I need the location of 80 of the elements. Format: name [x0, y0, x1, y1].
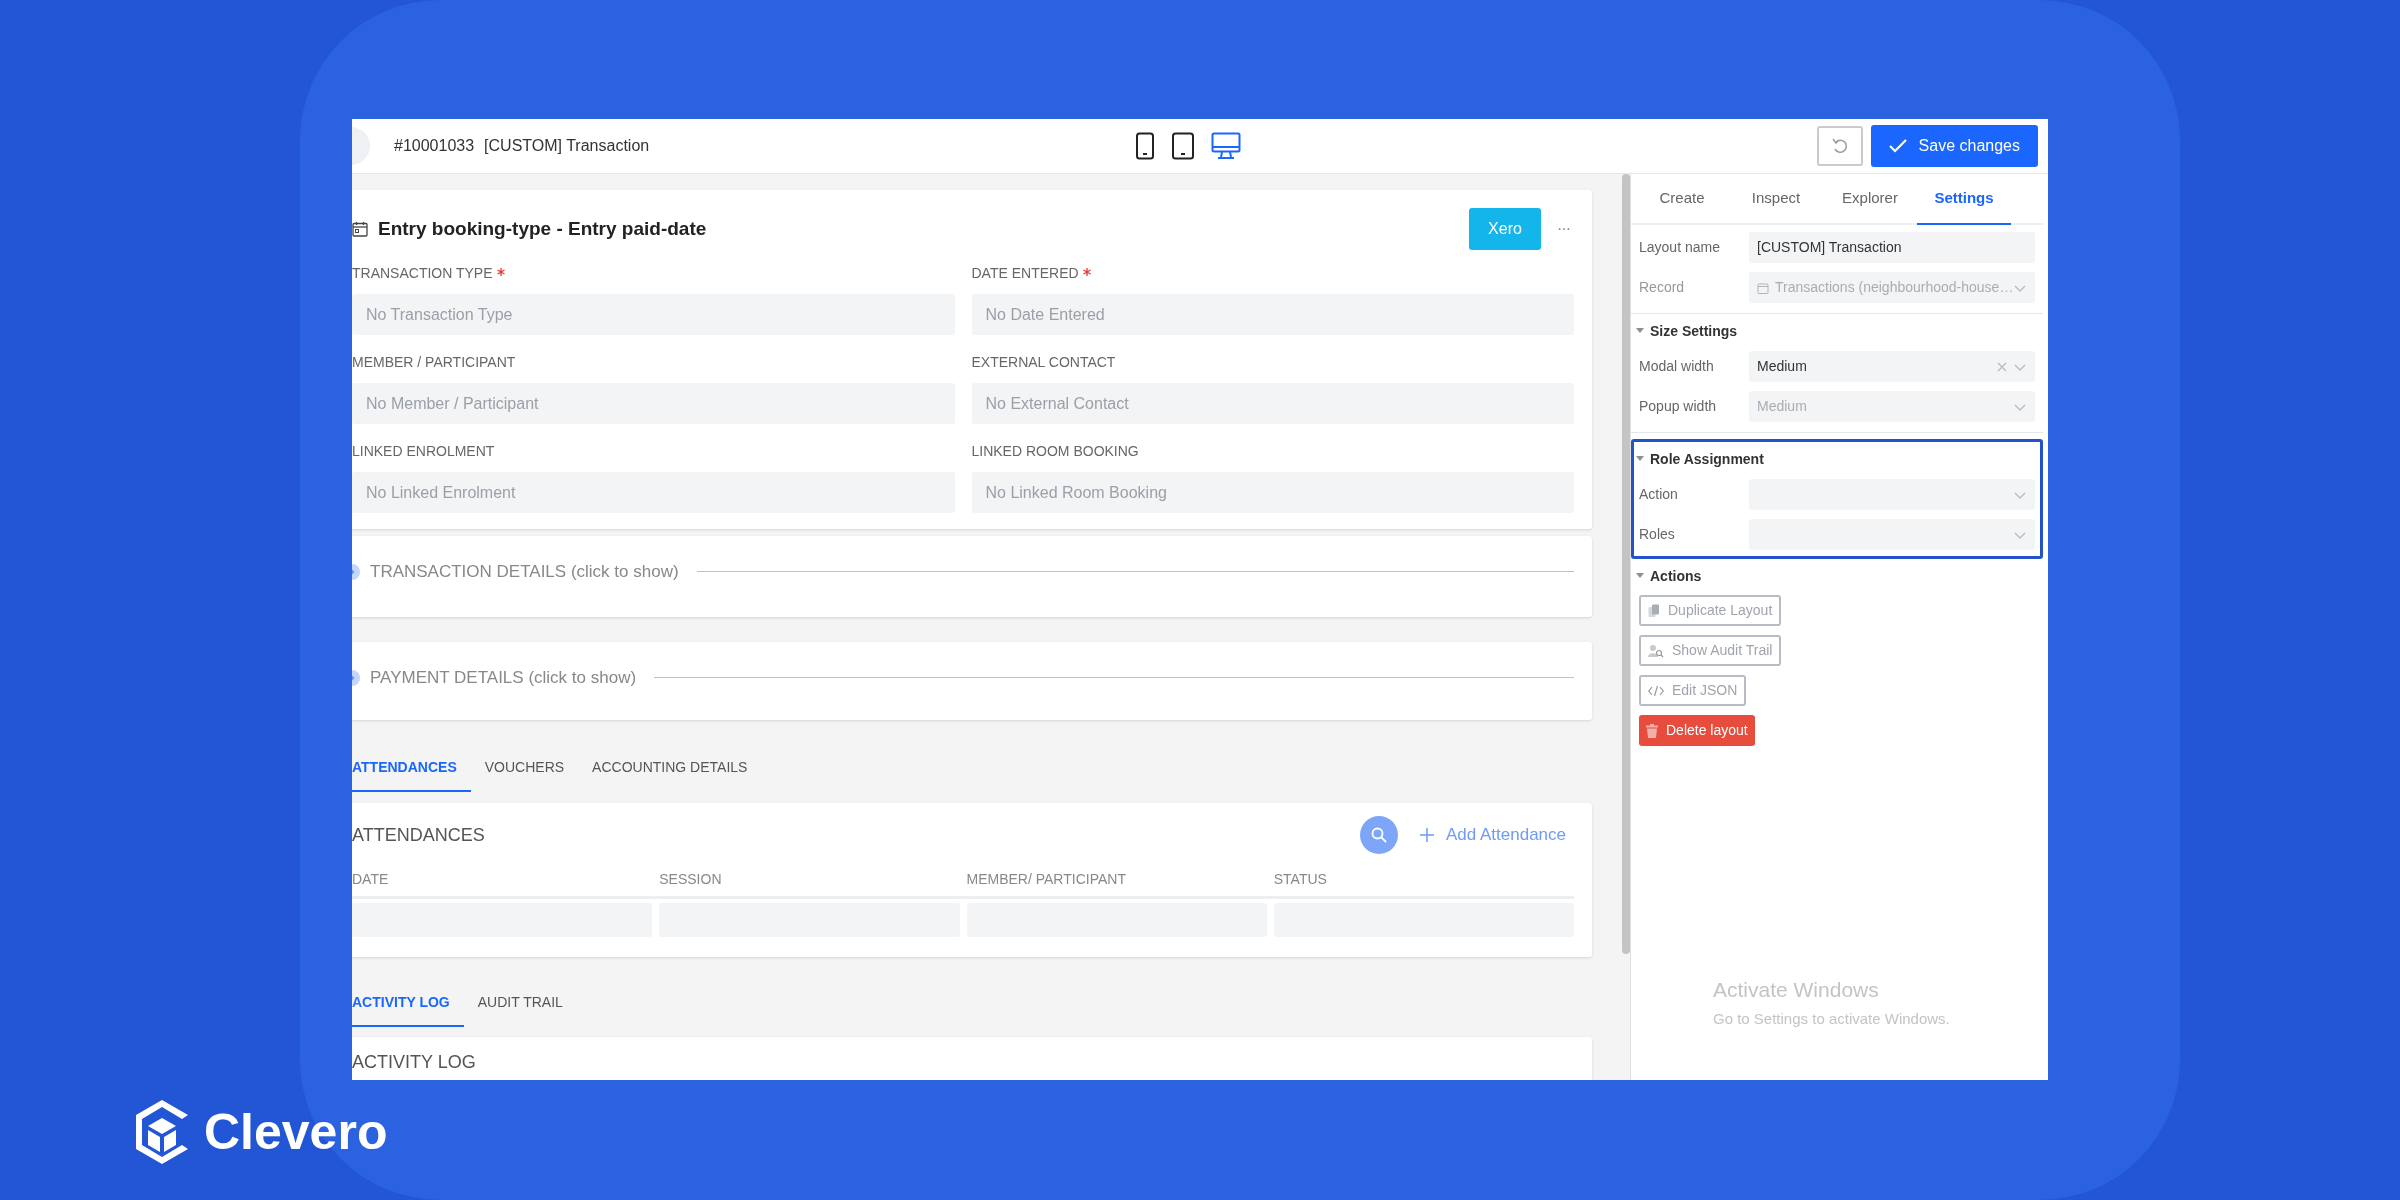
column-header: STATUS — [1273, 870, 1328, 889]
layout-title: [CUSTOM] Transaction — [484, 136, 650, 156]
input-field[interactable]: No Linked Room Booking — [971, 472, 1574, 513]
search-icon — [1370, 827, 1387, 843]
panel-tab[interactable]: Inspect — [1729, 174, 1823, 225]
calendar-icon — [352, 221, 368, 237]
setting-label: Roles — [1639, 525, 1676, 544]
input-field[interactable]: No Date Entered — [971, 294, 1574, 335]
desktop-icon[interactable] — [1210, 132, 1241, 160]
scrollbar[interactable] — [1622, 174, 1630, 954]
select-field[interactable]: Medium — [1749, 351, 2036, 382]
field-label: DATE ENTERED — [971, 264, 1079, 283]
field-label: MEMBER / PARTICIPANT — [352, 353, 516, 372]
field-label: TRANSACTION TYPE — [352, 264, 493, 283]
group-title: Role Assignment — [1650, 449, 1764, 469]
select-field[interactable] — [1749, 519, 2036, 550]
trash-icon — [1646, 723, 1658, 738]
setting-label: Layout name — [1639, 238, 1721, 257]
activation-notice-title: Activate Windows — [1713, 977, 1880, 1003]
panel-tab[interactable]: Explorer — [1823, 174, 1917, 225]
delete-layout-button[interactable]: Delete layout — [1639, 715, 1755, 746]
input-field[interactable]: No Member / Participant — [352, 383, 955, 424]
tab[interactable]: AUDIT TRAIL — [463, 979, 577, 1027]
column-header: MEMBER/ PARTICIPANT — [966, 870, 1127, 889]
field-value: [CUSTOM] Transaction — [1757, 238, 1902, 257]
group-title: Size Settings — [1650, 321, 1738, 341]
activation-notice-message: Go to Settings to activate Windows. — [1713, 1008, 1950, 1029]
select-field[interactable] — [1749, 479, 2036, 510]
action-button[interactable]: Edit JSON — [1639, 675, 1747, 706]
undo-icon — [1830, 137, 1849, 155]
code-icon — [1648, 684, 1664, 697]
clear-icon[interactable] — [1997, 361, 2008, 372]
setting-label: Action — [1639, 485, 1679, 504]
group-title: Actions — [1650, 566, 1702, 586]
field-label: LINKED ENROLMENT — [352, 442, 495, 461]
setting-label: Record — [1639, 278, 1686, 297]
copy-icon — [1648, 603, 1660, 618]
action-button[interactable]: Duplicate Layout — [1639, 595, 1782, 626]
input-field[interactable]: No External Contact — [971, 383, 1574, 424]
field-value: Medium — [1757, 357, 1807, 376]
collapse-triangle-icon — [1635, 327, 1645, 335]
field-value: Transactions (neighbourhood-house… — [1775, 278, 2014, 297]
more-button[interactable]: ··· — [1557, 217, 1570, 241]
tab[interactable]: ACTIVITY LOG — [352, 979, 464, 1027]
calendar-icon — [1757, 281, 1769, 294]
section-toggle[interactable]: PAYMENT DETAILS (click to show) — [370, 665, 637, 691]
search-button[interactable] — [1359, 816, 1398, 854]
field-label: LINKED ROOM BOOKING — [971, 442, 1139, 461]
tablet-icon[interactable] — [1170, 132, 1195, 160]
form-title: Entry booking-type - Entry paid-date — [378, 216, 707, 241]
column-header: SESSION — [659, 870, 723, 889]
setting-label: Modal width — [1639, 357, 1715, 376]
add-attendance-button[interactable]: Add Attendance — [1419, 822, 1566, 848]
tab[interactable]: ATTENDANCES — [352, 744, 471, 792]
undo-button[interactable] — [1816, 126, 1863, 166]
field-value: Medium — [1757, 397, 1807, 416]
plus-icon — [1419, 828, 1434, 842]
input-field[interactable]: No Transaction Type — [352, 294, 955, 335]
save-changes-button[interactable]: Save changes — [1870, 125, 2038, 167]
xero-button[interactable]: Xero — [1469, 208, 1541, 250]
tab[interactable]: VOUCHERS — [470, 744, 579, 792]
panel-tab[interactable]: Settings — [1917, 174, 2011, 225]
section-title: ATTENDANCES — [352, 823, 485, 847]
input-field[interactable]: No Linked Enrolment — [352, 472, 955, 513]
user-search-icon — [1648, 643, 1664, 658]
collapse-triangle-icon — [1635, 455, 1645, 463]
section-title: ACTIVITY LOG — [352, 1052, 476, 1072]
record-id: #10001033 — [394, 136, 475, 156]
tab[interactable]: ACCOUNTING DETAILS — [578, 744, 762, 792]
section-toggle[interactable]: TRANSACTION DETAILS (click to show) — [370, 559, 679, 585]
column-header: DATE — [352, 870, 390, 889]
setting-label: Popup width — [1639, 397, 1718, 416]
text-field[interactable]: [CUSTOM] Transaction — [1749, 232, 2036, 263]
panel-tab[interactable]: Create — [1635, 174, 1729, 225]
collapse-triangle-icon — [1635, 572, 1645, 580]
checkmark-icon — [1888, 139, 1907, 153]
brand-name: Clevero — [204, 1107, 388, 1157]
field-label: EXTERNAL CONTACT — [971, 353, 1116, 372]
phone-icon[interactable] — [1134, 132, 1155, 160]
action-button[interactable]: Show Audit Trail — [1639, 635, 1782, 666]
